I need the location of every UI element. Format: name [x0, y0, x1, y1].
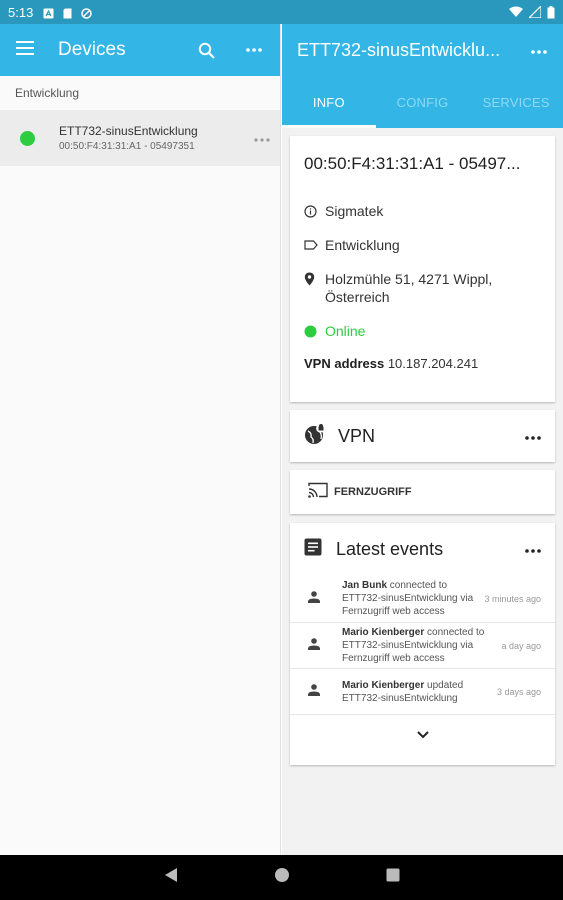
notification-a-icon: [43, 7, 54, 18]
devices-pane: Devices Entwicklung ETT732-sinusEntwickl…: [0, 24, 281, 855]
remote-access-card[interactable]: FERNZUGRIFF: [290, 470, 555, 514]
battery-icon: [547, 5, 555, 18]
events-header: Latest events: [290, 523, 555, 575]
event-time: 3 days ago: [496, 686, 541, 697]
back-icon[interactable]: [164, 867, 178, 888]
data-saver-icon: [81, 7, 93, 19]
status-time: 5:13: [8, 4, 34, 20]
event-user: Mario Kienberger: [342, 627, 425, 638]
online-status: Online: [325, 323, 366, 339]
manufacturer: Sigmatek: [325, 203, 384, 219]
chevron-down-icon: [416, 726, 429, 744]
signal-icon: [529, 6, 541, 18]
location-icon: [304, 270, 320, 288]
cast-icon: [308, 482, 328, 503]
event-text: Mario Kienberger updated ETT732-sinusEnt…: [342, 679, 491, 705]
group-header: Entwicklung: [15, 86, 80, 100]
detail-title: ETT732-sinusEntwicklu...: [297, 39, 501, 60]
vpn-more-icon[interactable]: [525, 427, 541, 445]
device-list-item[interactable]: ETT732-sinusEntwicklung 00:50:F4:31:31:A…: [0, 110, 280, 166]
vpn-address-label: VPN address: [304, 356, 385, 371]
devices-app-bar: Devices: [0, 24, 280, 76]
address: Holzmühle 51, 4271 Wippl, Österreich: [325, 271, 493, 305]
person-icon: [308, 683, 322, 701]
event-item[interactable]: Jan Bunk connected to ETT732-sinusEntwic…: [290, 575, 555, 623]
device-id: 00:50:F4:31:31:A1 - 05497...: [304, 154, 521, 173]
recents-icon[interactable]: [386, 868, 400, 887]
address-row: Holzmühle 51, 4271 Wippl, Österreich: [304, 270, 541, 306]
device-detail-pane: ETT732-sinusEntwicklu... INFO CONFIG SER…: [282, 24, 563, 855]
detail-tabs: INFO CONFIG SERVICES: [282, 76, 563, 128]
home-icon[interactable]: [274, 867, 290, 888]
info-icon: [304, 202, 320, 220]
system-nav-bar: [0, 855, 563, 900]
tab-info[interactable]: INFO: [282, 76, 376, 128]
more-icon[interactable]: [242, 38, 266, 62]
vpn-address-row: VPN address 10.187.204.241: [304, 356, 541, 371]
group-row: Entwicklung: [304, 236, 541, 254]
label-icon: [304, 236, 320, 254]
menu-icon[interactable]: [16, 40, 34, 60]
device-more-icon[interactable]: [254, 129, 270, 147]
detail-app-bar: ETT732-sinusEntwicklu...: [282, 24, 563, 76]
article-icon: [304, 538, 322, 561]
tab-services[interactable]: SERVICES: [469, 76, 563, 128]
events-card: Latest events Jan Bunk connected to ETT7…: [290, 523, 555, 765]
devices-title: Devices: [58, 39, 126, 60]
event-time: a day ago: [501, 640, 541, 651]
status-row: Online: [304, 322, 541, 340]
vpn-label: VPN: [338, 425, 376, 446]
search-icon[interactable]: [194, 38, 218, 62]
event-text: Jan Bunk connected to ETT732-sinusEntwic…: [342, 579, 478, 618]
sd-card-icon: [62, 7, 73, 18]
event-item[interactable]: Mario Kienberger connected to ETT732-sin…: [290, 623, 555, 669]
event-time: 3 minutes ago: [484, 593, 541, 604]
event-item[interactable]: Mario Kienberger updated ETT732-sinusEnt…: [290, 669, 555, 715]
event-user: Jan Bunk: [342, 580, 388, 591]
vpn-address: 10.187.204.241: [387, 356, 479, 371]
events-more-icon[interactable]: [525, 540, 541, 558]
events-title: Latest events: [336, 538, 444, 559]
group-name: Entwicklung: [325, 237, 400, 253]
person-icon: [308, 590, 322, 608]
status-right-icons: [509, 5, 555, 19]
vpn-globe-icon: [304, 423, 326, 450]
status-bar: 5:13: [0, 0, 563, 24]
person-icon: [308, 637, 322, 655]
device-name: ETT732-sinusEntwicklung: [59, 124, 198, 138]
event-text: Mario Kienberger connected to ETT732-sin…: [342, 626, 495, 665]
event-user: Mario Kienberger: [342, 679, 425, 691]
detail-more-icon[interactable]: [531, 41, 547, 59]
remote-access-label: FERNZUGRIFF: [334, 486, 412, 498]
info-card: 00:50:F4:31:31:A1 - 05497... Sigmatek En…: [290, 136, 555, 402]
vpn-card[interactable]: VPN: [290, 410, 555, 462]
online-status-dot: [20, 130, 35, 146]
device-subtitle: 00:50:F4:31:31:A1 - 05497351: [59, 141, 195, 152]
tab-config[interactable]: CONFIG: [376, 76, 470, 128]
expand-events-button[interactable]: [290, 715, 555, 755]
online-dot-icon: [304, 322, 320, 340]
manufacturer-row: Sigmatek: [304, 202, 541, 220]
wifi-icon: [509, 6, 523, 17]
